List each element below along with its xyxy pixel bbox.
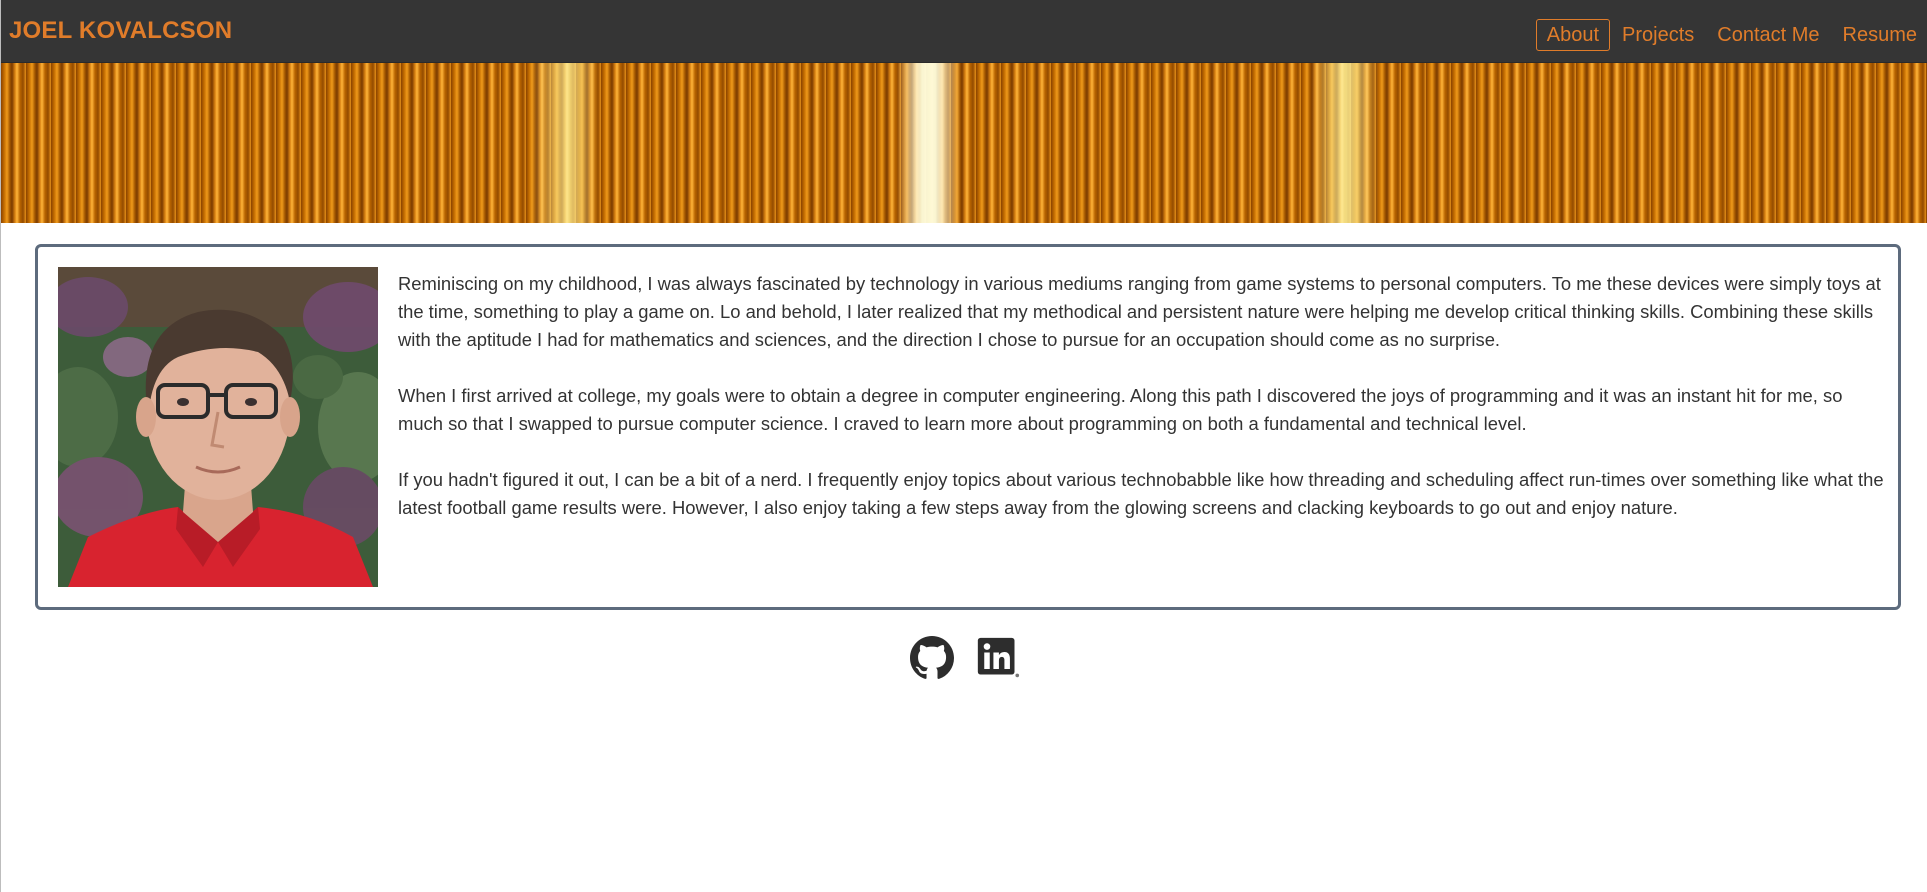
social-links bbox=[1, 636, 1927, 680]
about-paragraph-1: Reminiscing on my childhood, I was alway… bbox=[398, 273, 1881, 350]
profile-photo bbox=[58, 267, 378, 587]
brand-logo[interactable]: JOEL KOVALCSON bbox=[9, 17, 232, 45]
navbar: JOEL KOVALCSON About Projects Contact Me… bbox=[1, 0, 1927, 63]
nav-links: About Projects Contact Me Resume bbox=[1535, 19, 1927, 51]
nav-link-resume[interactable]: Resume bbox=[1832, 19, 1927, 51]
header-banner-image bbox=[1, 63, 1927, 223]
linkedin-icon[interactable] bbox=[976, 636, 1020, 680]
nav-link-about[interactable]: About bbox=[1535, 19, 1610, 51]
about-paragraph-2: When I first arrived at college, my goal… bbox=[398, 385, 1843, 434]
nav-link-projects[interactable]: Projects bbox=[1611, 19, 1705, 51]
about-card: Reminiscing on my childhood, I was alway… bbox=[35, 244, 1901, 610]
github-icon[interactable] bbox=[909, 636, 954, 680]
about-text: Reminiscing on my childhood, I was alway… bbox=[398, 270, 1888, 550]
about-paragraph-3: If you hadn't figured it out, I can be a… bbox=[398, 469, 1884, 518]
nav-link-contact[interactable]: Contact Me bbox=[1706, 19, 1830, 51]
